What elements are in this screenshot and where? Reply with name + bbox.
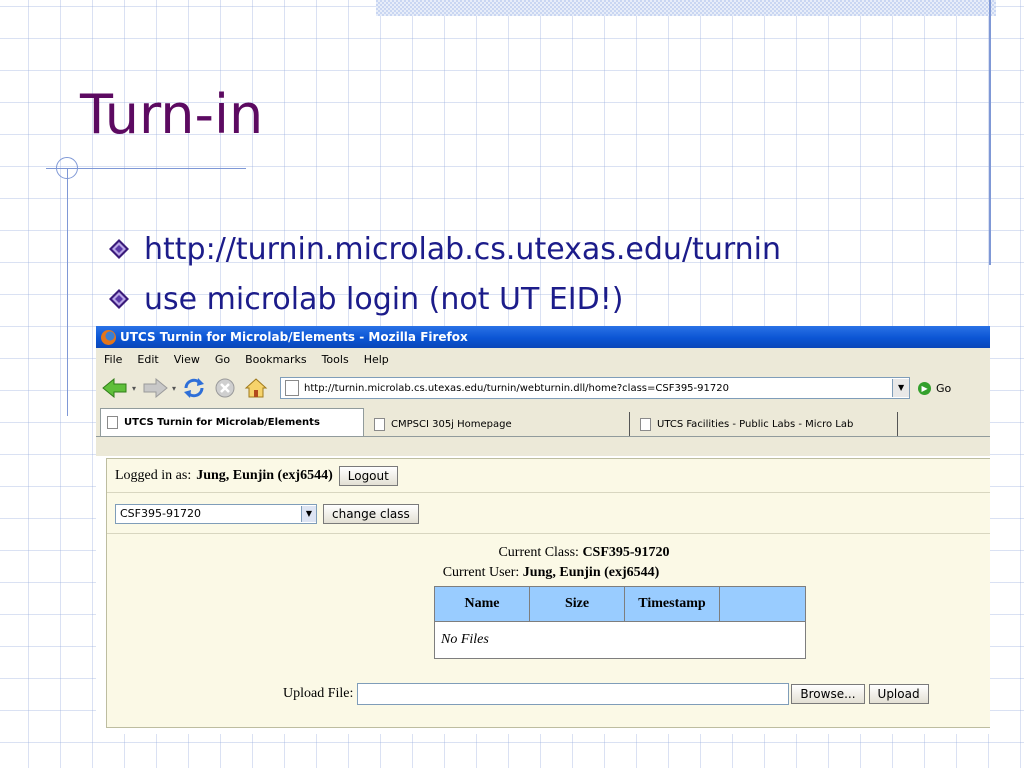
current-class-value: CSF395-91720: [582, 545, 670, 560]
diamond-bullet-icon: [109, 289, 129, 309]
column-header-size: Size: [529, 586, 625, 622]
bullet-item: http://turnin.microlab.cs.utexas.edu/tur…: [108, 224, 781, 274]
column-header-empty: [719, 586, 806, 622]
back-dropdown-icon[interactable]: ▾: [132, 384, 136, 393]
column-header-timestamp: Timestamp: [624, 586, 720, 622]
slide-title: Turn-in: [80, 83, 264, 146]
back-icon[interactable]: [102, 378, 128, 398]
go-label: Go: [936, 381, 952, 395]
address-dropdown-icon[interactable]: ▼: [892, 379, 910, 397]
menu-go[interactable]: Go: [215, 353, 230, 366]
tab-utcs-facilities[interactable]: UTCS Facilities - Public Labs - Micro La…: [630, 412, 898, 436]
go-arrow-icon: ▶: [918, 381, 932, 395]
browser-screenshot: UTCS Turnin for Microlab/Elements - Mozi…: [96, 326, 990, 734]
menu-help[interactable]: Help: [364, 353, 389, 366]
address-url[interactable]: http://turnin.microlab.cs.utexas.edu/tur…: [304, 383, 892, 394]
tab-label: CMPSCI 305j Homepage: [391, 418, 512, 430]
files-table: Name Size Timestamp No Files: [434, 586, 806, 659]
tab-label: UTCS Turnin for Microlab/Elements: [124, 417, 320, 428]
decorative-top-band: [376, 0, 996, 16]
current-user-label: Current User:: [442, 565, 520, 580]
bullet-text: use microlab login (not UT EID!): [144, 281, 624, 317]
menu-file[interactable]: File: [104, 353, 122, 366]
decorative-left-line: [67, 168, 68, 416]
go-button[interactable]: ▶ Go: [918, 381, 952, 395]
firefox-logo-icon: [101, 329, 116, 345]
tab-strip: UTCS Turnin for Microlab/Elements CMPSCI…: [96, 406, 990, 437]
menu-view[interactable]: View: [174, 353, 200, 366]
change-class-button[interactable]: change class: [323, 503, 419, 524]
login-row: Logged in as: Jung, Eunjin (exj6544) Log…: [107, 459, 990, 493]
decorative-right-line: [989, 0, 991, 265]
stop-icon[interactable]: [214, 377, 236, 399]
address-bar[interactable]: http://turnin.microlab.cs.utexas.edu/tur…: [280, 377, 911, 399]
logged-in-user: Jung, Eunjin (exj6544): [196, 467, 333, 483]
window-title: UTCS Turnin for Microlab/Elements - Mozi…: [120, 330, 468, 344]
table-row: No Files: [434, 621, 806, 659]
page-content: Logged in as: Jung, Eunjin (exj6544) Log…: [96, 456, 990, 734]
bullet-text: http://turnin.microlab.cs.utexas.edu/tur…: [144, 231, 782, 267]
turnin-panel: Logged in as: Jung, Eunjin (exj6544) Log…: [106, 458, 990, 728]
tab-turnin[interactable]: UTCS Turnin for Microlab/Elements: [100, 408, 364, 436]
current-user-value: Jung, Eunjin (exj6544): [522, 565, 660, 580]
browse-button[interactable]: Browse...: [791, 684, 865, 704]
current-class-label: Current Class:: [498, 545, 579, 560]
class-info: Current Class: CSF395-91720 Current User…: [107, 543, 990, 583]
tab-label: UTCS Facilities - Public Labs - Micro La…: [657, 418, 854, 430]
no-files-cell: No Files: [434, 621, 806, 659]
menu-bar: File Edit View Go Bookmarks Tools Help: [96, 348, 990, 370]
class-select[interactable]: CSF395-91720 ▼: [115, 503, 317, 524]
diamond-bullet-icon: [109, 239, 129, 259]
current-user-line: Current User: Jung, Eunjin (exj6544): [107, 563, 990, 583]
column-header-name: Name: [434, 586, 530, 622]
bullet-list: http://turnin.microlab.cs.utexas.edu/tur…: [108, 224, 781, 324]
upload-row: Upload File: Browse... Upload: [283, 683, 929, 705]
table-header-row: Name Size Timestamp: [434, 586, 806, 622]
forward-dropdown-icon[interactable]: ▾: [172, 384, 176, 393]
forward-icon[interactable]: [142, 378, 168, 398]
class-row: CSF395-91720 ▼ change class: [107, 494, 990, 534]
tab-cmpsci-homepage[interactable]: CMPSCI 305j Homepage: [364, 412, 630, 436]
logout-button[interactable]: Logout: [338, 465, 398, 486]
reload-icon[interactable]: [182, 377, 206, 399]
page-icon: [374, 417, 385, 431]
navigation-toolbar: ▾ ▾ http://turnin.microlab.cs.utexas.edu…: [96, 370, 990, 406]
menu-tools[interactable]: Tools: [322, 353, 349, 366]
bullet-item: use microlab login (not UT EID!): [108, 274, 781, 324]
decorative-circle: [56, 157, 78, 179]
window-titlebar: UTCS Turnin for Microlab/Elements - Mozi…: [96, 326, 990, 348]
upload-button[interactable]: Upload: [868, 684, 929, 704]
menu-edit[interactable]: Edit: [137, 353, 158, 366]
class-select-value: CSF395-91720: [120, 507, 201, 520]
upload-label: Upload File:: [283, 686, 354, 701]
select-dropdown-icon[interactable]: ▼: [301, 505, 316, 522]
upload-file-input[interactable]: [357, 683, 790, 705]
current-class-line: Current Class: CSF395-91720: [107, 543, 990, 563]
logged-in-label: Logged in as:: [115, 467, 192, 483]
home-icon[interactable]: [244, 377, 268, 399]
page-icon: [640, 417, 651, 431]
menu-bookmarks[interactable]: Bookmarks: [245, 353, 306, 366]
page-icon: [107, 416, 118, 429]
page-icon: [285, 380, 300, 396]
